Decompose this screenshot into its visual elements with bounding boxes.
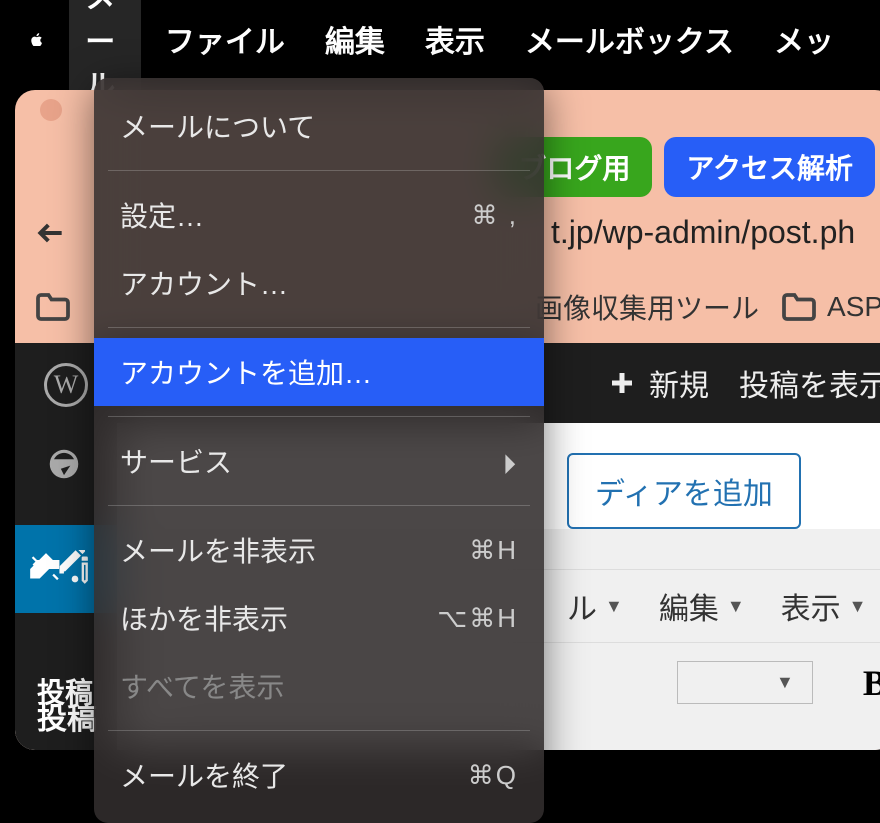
back-arrow-icon[interactable] [35,217,67,249]
url-text[interactable]: t.jp/wp-admin/post.ph [551,214,855,251]
menu-separator [108,416,530,417]
wp-new-button[interactable]: 新規 [607,361,709,405]
macos-menubar: メール ファイル 編集 表示 メールボックス メッ [0,0,880,78]
menubar-view[interactable]: 表示 [409,7,501,71]
menu-quit-mail[interactable]: メールを終了 ⌘Q [94,741,544,809]
menubar-edit[interactable]: 編集 [309,7,401,71]
shortcut-label: ⌥⌘H [437,603,518,634]
menu-separator [108,327,530,328]
menu-hide-mail[interactable]: メールを非表示 ⌘H [94,516,544,584]
menu-about-mail[interactable]: メールについて [94,92,544,160]
menu-add-account[interactable]: アカウントを追加… [94,338,544,406]
dashboard-icon[interactable] [45,445,87,487]
mail-app-menu: メールについて 設定… ⌘ , アカウント… アカウントを追加… サービス メー… [94,78,544,823]
shortcut-label: ⌘ , [472,200,518,231]
menubar-mailbox[interactable]: メールボックス [509,7,750,71]
bookmark-asp[interactable]: ASP [781,291,880,323]
bookmark-image-tool[interactable]: 画像収集用ツール [535,287,759,327]
menu-accounts[interactable]: アカウント… [94,249,544,317]
toolbar-file[interactable]: ル▼ [567,584,623,628]
menu-show-all: すべてを表示 [94,652,544,720]
menubar-message[interactable]: メッ [758,7,850,71]
apple-logo-icon[interactable] [30,20,43,58]
close-window-button[interactable] [40,99,62,121]
folder-icon [35,292,71,322]
chevron-right-icon [504,450,518,472]
shortcut-label: ⌘Q [468,760,518,791]
shortcut-label: ⌘H [469,535,518,566]
menu-services[interactable]: サービス [94,427,544,495]
paragraph-dropdown[interactable]: ▼ [677,661,813,704]
add-media-button[interactable]: ディアを追加 [567,453,801,529]
wordpress-logo-icon[interactable]: W [44,363,88,407]
toolbar-edit[interactable]: 編集▼ [659,584,745,628]
toolbar-display[interactable]: 表示▼ [781,584,867,628]
bold-button[interactable]: B [863,662,880,704]
menu-hide-others[interactable]: ほかを非表示 ⌥⌘H [94,584,544,652]
menu-separator [108,730,530,731]
menu-separator [108,505,530,506]
folder-icon [781,292,817,322]
menu-settings[interactable]: 設定… ⌘ , [94,181,544,249]
menubar-file[interactable]: ファイル [149,7,301,71]
menu-separator [108,170,530,171]
wp-view-post[interactable]: 投稿を表示 [739,361,880,405]
tab-analytics[interactable]: アクセス解析 [664,137,875,197]
plus-icon [607,368,637,398]
